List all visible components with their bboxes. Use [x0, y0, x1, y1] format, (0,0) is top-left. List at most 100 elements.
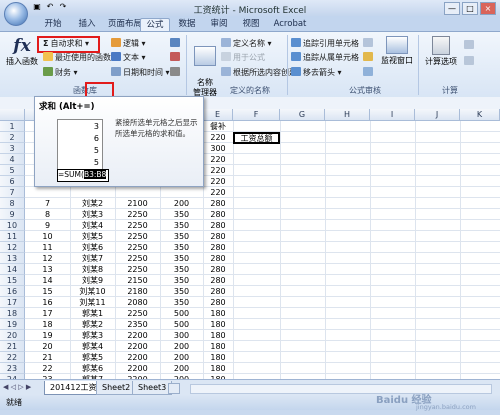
- row-header[interactable]: 9: [0, 209, 25, 220]
- create-from-selection-button[interactable]: 根据所选内容创建: [221, 67, 297, 78]
- tooltip-number: 5: [93, 146, 99, 155]
- column-header-j[interactable]: J: [415, 109, 460, 121]
- column-header-h[interactable]: H: [325, 109, 370, 121]
- row-header[interactable]: 18: [0, 308, 25, 319]
- column-header-k[interactable]: K: [460, 109, 500, 121]
- row-header[interactable]: 2: [0, 132, 25, 143]
- row-header[interactable]: 13: [0, 253, 25, 264]
- logical-icon: [111, 38, 121, 47]
- math-button[interactable]: [170, 52, 182, 63]
- show-formulas-button[interactable]: [363, 38, 375, 49]
- row-header[interactable]: 16: [0, 286, 25, 297]
- row-header[interactable]: 4: [0, 154, 25, 165]
- use-in-formula-label: 用于公式: [233, 53, 265, 62]
- column-header-e[interactable]: E: [203, 109, 233, 121]
- column-header-i[interactable]: I: [370, 109, 415, 121]
- datetime-button[interactable]: 日期和时间 ▾: [111, 67, 170, 78]
- insert-function-label: 插入函数: [6, 57, 38, 66]
- tab-formulas[interactable]: 公式: [140, 18, 170, 32]
- datetime-label: 日期和时间: [123, 68, 163, 77]
- gridline: [25, 208, 500, 209]
- sheet-nav-arrows[interactable]: ◀ ◁ ▷ ▶: [3, 383, 31, 391]
- calc-sheet-button[interactable]: [464, 56, 476, 67]
- row-header[interactable]: 22: [0, 352, 25, 363]
- tab-acrobat[interactable]: Acrobat: [270, 18, 310, 31]
- gridline: [25, 362, 500, 363]
- row-header[interactable]: 7: [0, 187, 25, 198]
- baidu-watermark-url: jingyan.baidu.com: [416, 403, 476, 411]
- remove-arrows-label: 移去箭头: [303, 68, 335, 77]
- row-header[interactable]: 12: [0, 242, 25, 253]
- calc-options-button[interactable]: 计算选项: [420, 36, 462, 67]
- insert-function-button[interactable]: fx 插入函数: [6, 35, 38, 67]
- insert-sheet-icon[interactable]: [168, 383, 180, 394]
- remove-arrows-button[interactable]: 移去箭头 ▾: [291, 67, 342, 78]
- evaluate-formula-button[interactable]: [363, 67, 375, 78]
- sheet-tab-active[interactable]: 201412工资: [44, 381, 103, 395]
- defined-names-label: 定义的名称: [230, 86, 270, 95]
- watch-window-icon: [386, 36, 408, 54]
- row-header[interactable]: 11: [0, 231, 25, 242]
- gridline: [25, 318, 500, 319]
- tab-data[interactable]: 数据: [172, 18, 202, 31]
- calculator-icon: [432, 36, 450, 55]
- select-all-corner[interactable]: [0, 109, 25, 121]
- more-functions-button[interactable]: [170, 67, 182, 78]
- trace-precedents-button[interactable]: 追踪引用单元格: [291, 38, 359, 49]
- column-header-g[interactable]: G: [280, 109, 325, 121]
- row-header[interactable]: 19: [0, 319, 25, 330]
- row-header[interactable]: 17: [0, 297, 25, 308]
- error-checking-button[interactable]: [363, 52, 375, 63]
- gridline: [25, 296, 500, 297]
- cell-f2-selected[interactable]: 工资总额: [233, 132, 280, 144]
- close-button[interactable]: ×: [480, 2, 496, 15]
- chevron-down-icon: ▾: [163, 68, 170, 77]
- financial-button[interactable]: 财务 ▾: [43, 67, 78, 78]
- row-header[interactable]: 3: [0, 143, 25, 154]
- trace-dependents-icon: [291, 52, 301, 61]
- tab-insert[interactable]: 插入: [72, 18, 102, 31]
- tooltip-illustration: 3 6 5 5 =SUM(B3:B8: [57, 119, 109, 182]
- cell-e1[interactable]: 餐补: [203, 121, 233, 132]
- evaluate-formula-icon: [363, 67, 373, 76]
- logical-button[interactable]: 逻辑 ▾: [111, 38, 146, 49]
- row-header[interactable]: 1: [0, 121, 25, 132]
- define-name-button[interactable]: 定义名称 ▾: [221, 38, 272, 49]
- calc-now-button[interactable]: [464, 40, 476, 51]
- row-header[interactable]: 23: [0, 363, 25, 374]
- gridline: [25, 263, 500, 264]
- row-header[interactable]: 10: [0, 220, 25, 231]
- recent-functions-button[interactable]: 最近使用的函数: [43, 52, 111, 63]
- column-header-f[interactable]: F: [233, 109, 280, 121]
- horizontal-scrollbar[interactable]: [190, 384, 492, 394]
- row-header[interactable]: 15: [0, 275, 25, 286]
- sheet-tab[interactable]: Sheet2: [96, 381, 137, 395]
- highlight-box: [37, 36, 100, 53]
- tab-review[interactable]: 审阅: [204, 18, 234, 31]
- chevron-down-icon: ▾: [139, 39, 146, 48]
- calc-options-label: 计算选项: [425, 57, 457, 66]
- text-function-button[interactable]: 文本 ▾: [111, 52, 146, 63]
- gridline: [25, 340, 500, 341]
- tooltip-formula: =SUM(B3:B8: [57, 169, 109, 182]
- row-header[interactable]: 14: [0, 264, 25, 275]
- define-name-label: 定义名称: [233, 39, 265, 48]
- row-header[interactable]: 6: [0, 176, 25, 187]
- chevron-down-icon: ▾: [139, 53, 146, 62]
- use-in-formula-button[interactable]: 用于公式: [221, 52, 265, 63]
- row-header[interactable]: 21: [0, 341, 25, 352]
- tab-view[interactable]: 视图: [236, 18, 266, 31]
- maximize-button[interactable]: □: [462, 2, 478, 15]
- row-header[interactable]: 8: [0, 198, 25, 209]
- tab-home[interactable]: 开始: [38, 18, 68, 31]
- text-label: 文本: [123, 53, 139, 62]
- watch-window-button[interactable]: 监视窗口: [378, 36, 416, 66]
- trace-dependents-button[interactable]: 追踪从属单元格: [291, 52, 359, 63]
- office-button[interactable]: [4, 2, 28, 26]
- row-header[interactable]: 20: [0, 330, 25, 341]
- sheet-tab[interactable]: Sheet3: [132, 381, 173, 395]
- lookup-button[interactable]: [170, 38, 182, 49]
- minimize-button[interactable]: —: [444, 2, 460, 15]
- error-checking-icon: [363, 52, 373, 61]
- row-header[interactable]: 5: [0, 165, 25, 176]
